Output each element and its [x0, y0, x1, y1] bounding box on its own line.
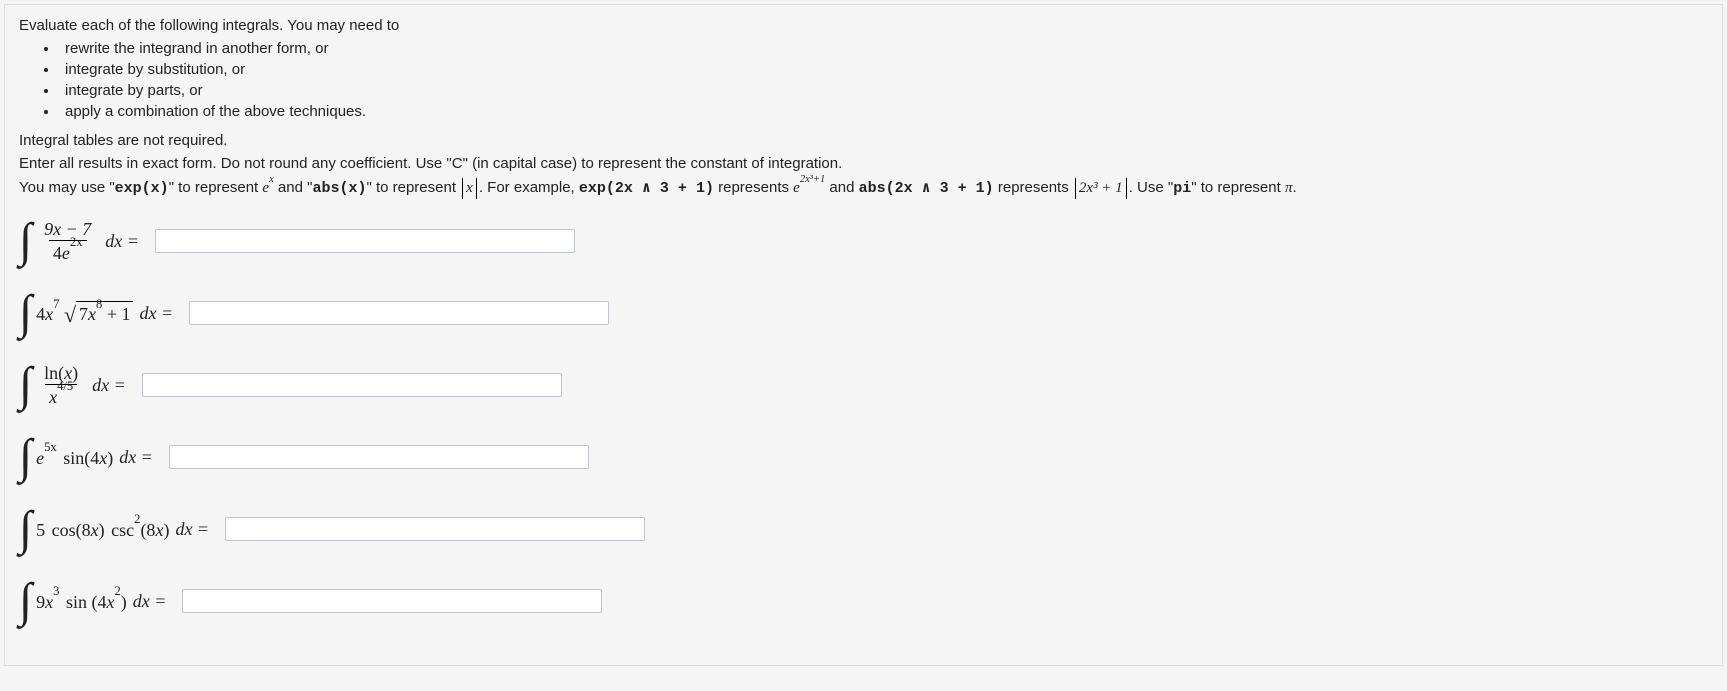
- dx-label: dx =: [92, 375, 126, 396]
- code-text: abs(2x ∧ 3 + 1): [859, 180, 994, 197]
- code-text: exp(2x ∧ 3 + 1): [579, 180, 714, 197]
- dx-label: dx =: [175, 519, 209, 540]
- integral-sign-icon: ∫: [19, 505, 32, 553]
- numerator: 9x − 7: [40, 219, 95, 240]
- integral-problem-4: ∫ e5x sin(4x) dx =: [19, 433, 1702, 481]
- exact-form-text: Enter all results in exact form. Do not …: [19, 155, 1702, 172]
- fraction: ln(x) x4/5: [40, 363, 82, 408]
- denominator: x4/5: [45, 384, 77, 408]
- answer-input-4[interactable]: [169, 445, 589, 469]
- text: .: [1292, 179, 1296, 196]
- text: " to represent: [1191, 179, 1285, 196]
- dx-label: dx =: [105, 231, 139, 252]
- list-item: integrate by parts, or: [59, 82, 1702, 99]
- fraction: 9x − 7 4e2x: [40, 219, 95, 264]
- dx-label: dx =: [139, 303, 173, 324]
- answer-input-3[interactable]: [142, 373, 562, 397]
- integral-problem-2: ∫ 4x7 √ 7x8 + 1 dx =: [19, 289, 1702, 337]
- integral-sign-icon: ∫: [19, 361, 32, 409]
- dx-label: dx =: [133, 591, 167, 612]
- text: " to represent: [169, 179, 263, 196]
- text: . Use ": [1129, 179, 1174, 196]
- code-text: abs(x): [312, 180, 366, 197]
- answer-input-6[interactable]: [182, 589, 602, 613]
- integral-problem-5: ∫ 5 cos(8x) csc2(8x) dx =: [19, 505, 1702, 553]
- integrand: e5x sin(4x): [36, 446, 113, 469]
- answer-input-1[interactable]: [155, 229, 575, 253]
- integral-sign-icon: ∫: [19, 433, 32, 481]
- dx-label: dx =: [119, 447, 153, 468]
- math-text: ex: [262, 180, 273, 196]
- text: represents: [994, 179, 1073, 196]
- text: " to represent: [366, 179, 460, 196]
- text: represents: [714, 179, 793, 196]
- syntax-help: You may use "exp(x)" to represent ex and…: [19, 178, 1702, 199]
- text: and ": [274, 179, 313, 196]
- text: . For example,: [479, 179, 579, 196]
- list-item: rewrite the integrand in another form, o…: [59, 40, 1702, 57]
- integral-sign-icon: ∫: [19, 217, 32, 265]
- note-text: Integral tables are not required.: [19, 132, 1702, 149]
- techniques-list: rewrite the integrand in another form, o…: [19, 40, 1702, 120]
- answer-input-2[interactable]: [189, 301, 609, 325]
- code-text: pi: [1173, 180, 1191, 197]
- integral-sign-icon: ∫: [19, 289, 32, 337]
- list-item: integrate by substitution, or: [59, 61, 1702, 78]
- integrand: 5 cos(8x) csc2(8x): [36, 518, 169, 541]
- abs-math: 2x³ + 1: [1075, 178, 1127, 199]
- question-panel: Evaluate each of the following integrals…: [4, 4, 1723, 666]
- answer-input-5[interactable]: [225, 517, 645, 541]
- integral-problem-3: ∫ ln(x) x4/5 dx =: [19, 361, 1702, 409]
- integral-sign-icon: ∫: [19, 577, 32, 625]
- integral-problem-6: ∫ 9x3 sin (4x2) dx =: [19, 577, 1702, 625]
- integral-problem-1: ∫ 9x − 7 4e2x dx =: [19, 217, 1702, 265]
- denominator: 4e2x: [49, 240, 87, 264]
- list-item: apply a combination of the above techniq…: [59, 103, 1702, 120]
- integrand: 4x7 √ 7x8 + 1: [36, 300, 133, 326]
- text: You may use ": [19, 179, 115, 196]
- code-text: exp(x): [115, 180, 169, 197]
- text: and: [825, 179, 858, 196]
- integrand: 9x3 sin (4x2): [36, 590, 127, 613]
- intro-text: Evaluate each of the following integrals…: [19, 17, 1702, 34]
- instructions-block: Evaluate each of the following integrals…: [19, 17, 1702, 199]
- math-text: e2x³+1: [793, 180, 825, 196]
- abs-math: x: [462, 178, 477, 199]
- problems-block: ∫ 9x − 7 4e2x dx = ∫ 4x7 √ 7x8 + 1 dx =: [19, 217, 1702, 625]
